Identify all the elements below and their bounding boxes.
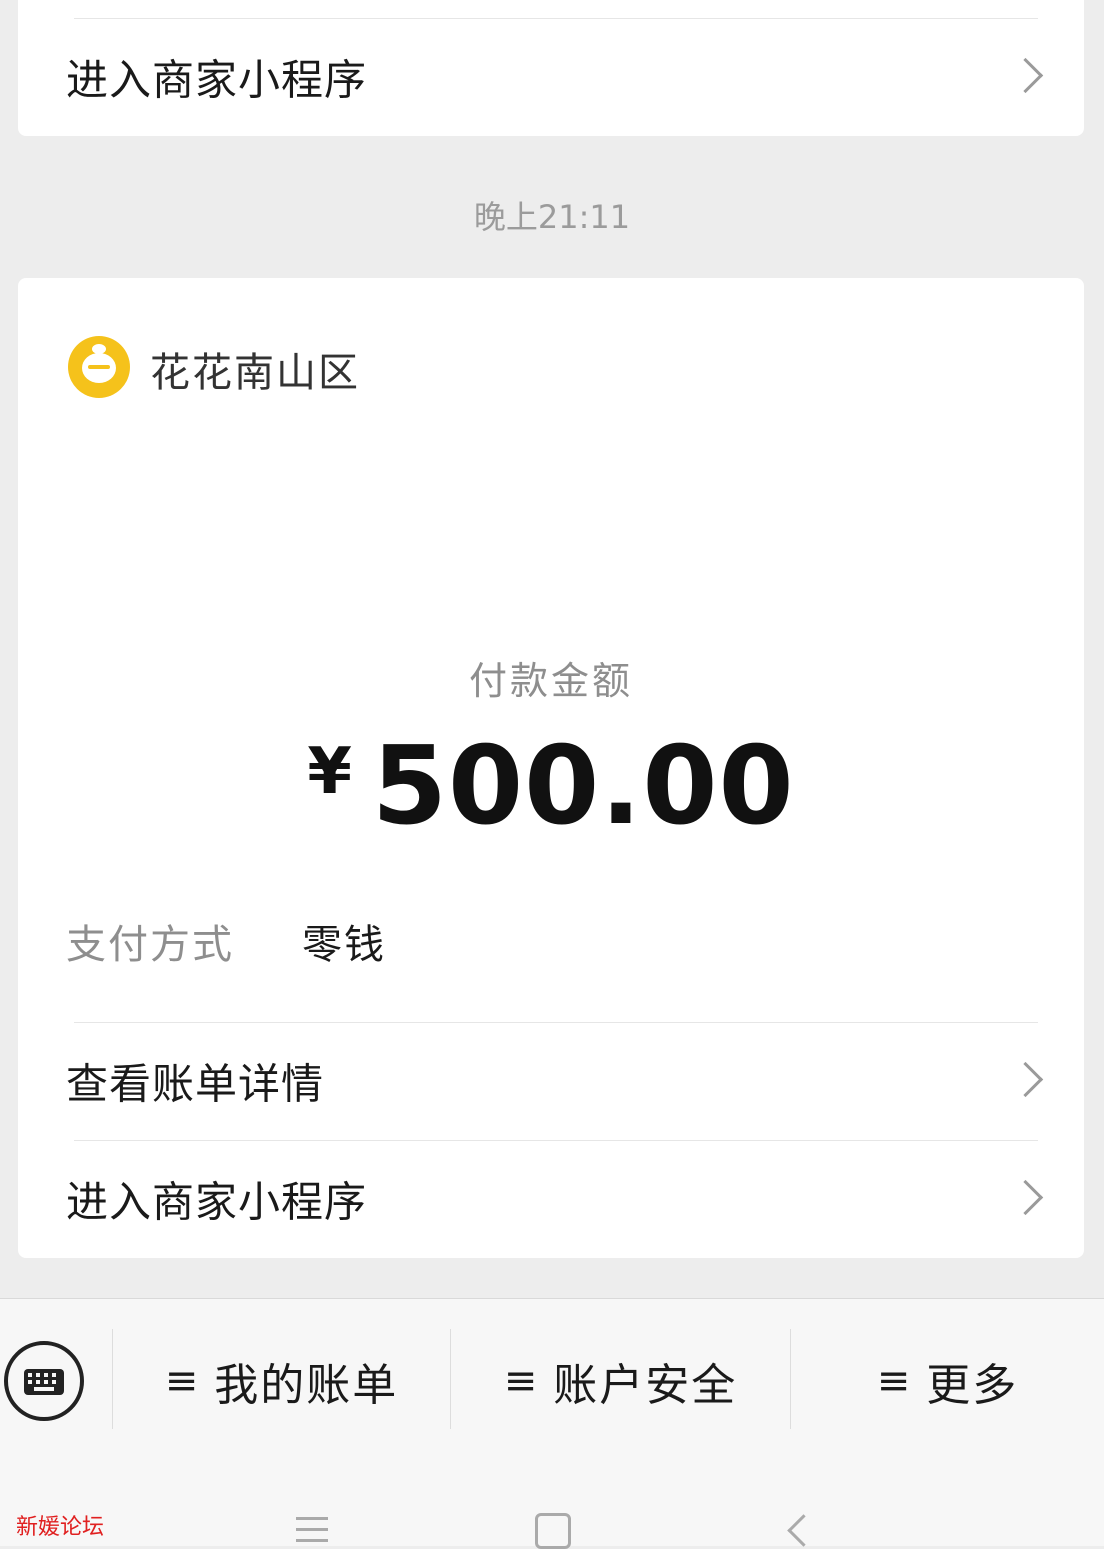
menu-account-security[interactable]: ≡ 账户安全 bbox=[451, 1299, 790, 1463]
row-label: 查看账单详情 bbox=[66, 1059, 325, 1109]
keyboard-icon[interactable] bbox=[4, 1341, 84, 1421]
menu-label: 账户安全 bbox=[553, 1360, 738, 1411]
top-message-card: 进入商家小程序 bbox=[18, 0, 1084, 136]
watermark: 新媛论坛 bbox=[16, 1515, 105, 1540]
merchant-logo-icon bbox=[68, 336, 130, 398]
currency-symbol: ¥ bbox=[307, 735, 352, 809]
pay-method-value: 零钱 bbox=[302, 922, 386, 968]
amount-label: 付款金额 bbox=[468, 659, 633, 703]
nav-home-icon[interactable] bbox=[535, 1513, 571, 1549]
menu-my-bills[interactable]: ≡ 我的账单 bbox=[113, 1299, 450, 1463]
top-enter-mini-program-row[interactable]: 进入商家小程序 bbox=[18, 18, 1084, 136]
payment-notification-card[interactable]: 花花南山区 付款金额 ¥500.00 支付方式 零钱 查看账单详情 进入商家小程… bbox=[18, 278, 1084, 1258]
row-label: 进入商家小程序 bbox=[66, 55, 368, 105]
system-nav-bar: 新媛论坛 bbox=[0, 1463, 1104, 1549]
pay-method-label: 支付方式 bbox=[66, 922, 234, 968]
payment-amount: ¥500.00 bbox=[18, 724, 1084, 849]
enter-mini-program-row[interactable]: 进入商家小程序 bbox=[18, 1140, 1084, 1258]
nav-menu-icon[interactable] bbox=[296, 1517, 328, 1547]
chevron-right-icon bbox=[1007, 1061, 1044, 1098]
menu-lines-icon: ≡ bbox=[503, 1358, 540, 1404]
message-timestamp: 晚上21:11 bbox=[473, 198, 631, 236]
menu-lines-icon: ≡ bbox=[876, 1358, 913, 1404]
menu-label: 我的账单 bbox=[214, 1360, 399, 1411]
row-label: 进入商家小程序 bbox=[66, 1177, 368, 1227]
nav-back-icon[interactable] bbox=[787, 1514, 820, 1547]
amount-value: 500.00 bbox=[371, 724, 795, 849]
menu-label: 更多 bbox=[926, 1360, 1019, 1411]
menu-more[interactable]: ≡ 更多 bbox=[791, 1299, 1104, 1463]
chevron-right-icon bbox=[1007, 57, 1044, 94]
menu-lines-icon: ≡ bbox=[164, 1358, 201, 1404]
merchant-name: 花花南山区 bbox=[150, 350, 360, 396]
chevron-right-icon bbox=[1007, 1179, 1044, 1216]
view-bill-details-row[interactable]: 查看账单详情 bbox=[18, 1022, 1084, 1140]
bottom-menu-bar: ≡ 我的账单 ≡ 账户安全 ≡ 更多 bbox=[0, 1298, 1104, 1463]
